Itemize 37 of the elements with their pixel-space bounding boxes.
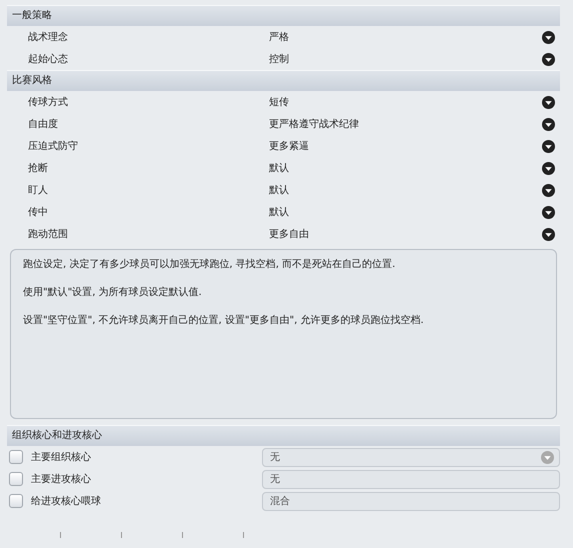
dropdown-icon[interactable] [542, 184, 555, 196]
setting-label: 战术理念 [27, 30, 69, 44]
setting-value: 短传 [269, 96, 290, 109]
checkbox-label: 主要进攻核心 [30, 472, 92, 486]
setting-label: 传球方式 [27, 96, 69, 109]
dropdown-icon[interactable] [542, 30, 555, 44]
description-text: 跑位设定, 决定了有多少球员可以加强无球跑位, 寻找空档, 而不是死站在自己的位置. [23, 258, 396, 272]
setting-label: 起始心态 [27, 52, 69, 66]
setting-label: 传中 [27, 206, 49, 219]
setting-value: 更多自由 [269, 228, 310, 241]
description-text: 使用"默认"设置, 为所有球员设定默认值. [23, 286, 203, 300]
section-header: 一般策略 [7, 5, 560, 26]
description-text: 设置"坚守位置", 不允许球员离开自己的位置, 设置"更多自由", 允许更多的球员跑位找空档. [23, 314, 425, 328]
section-header: 比赛风格 [7, 70, 560, 91]
dropdown-icon[interactable] [542, 118, 555, 130]
checkbox-label: 主要组织核心 [30, 450, 92, 464]
dropdown-icon[interactable] [542, 140, 555, 152]
dropdown-icon [541, 450, 554, 464]
setting-label: 压迫式防守 [27, 140, 79, 153]
setting-value: 严格 [269, 30, 290, 44]
setting-value: 默认 [269, 162, 290, 175]
setting-value: 控制 [269, 52, 290, 66]
setting-value: 更多紧逼 [269, 140, 310, 153]
dropdown-icon[interactable] [542, 96, 555, 108]
setting-value: 更严格遵守战术纪律 [269, 118, 360, 131]
setting-label: 自由度 [27, 118, 59, 131]
dropdown-icon[interactable] [542, 228, 555, 240]
setting-label: 抢断 [27, 162, 49, 175]
setting-value: 默认 [269, 184, 290, 197]
setting-label: 跑动范围 [27, 228, 69, 241]
dropdown-icon[interactable] [542, 52, 555, 66]
setting-label: 盯人 [27, 184, 49, 197]
dropdown-icon[interactable] [542, 206, 555, 218]
section-header: 组织核心和进攻核心 [7, 425, 560, 446]
dropdown-icon[interactable] [542, 162, 555, 174]
checkbox-label: 给进攻核心喂球 [30, 494, 102, 508]
setting-value: 默认 [269, 206, 290, 219]
